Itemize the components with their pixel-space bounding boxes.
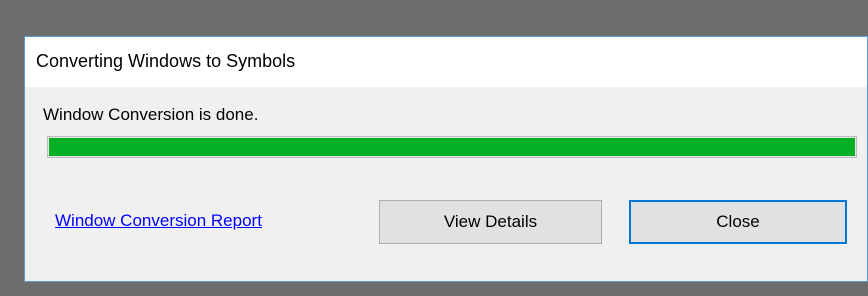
dialog-title: Converting Windows to Symbols xyxy=(36,51,296,71)
progress-bar-fill xyxy=(49,138,855,156)
conversion-dialog: Converting Windows to Symbols Window Con… xyxy=(24,36,868,282)
conversion-report-link[interactable]: Window Conversion Report xyxy=(55,211,262,231)
close-button[interactable]: Close xyxy=(629,200,847,244)
status-message: Window Conversion is done. xyxy=(43,105,259,124)
view-details-button[interactable]: View Details xyxy=(379,200,602,244)
dialog-titlebar: Converting Windows to Symbols xyxy=(25,37,867,87)
progress-bar xyxy=(47,136,857,158)
